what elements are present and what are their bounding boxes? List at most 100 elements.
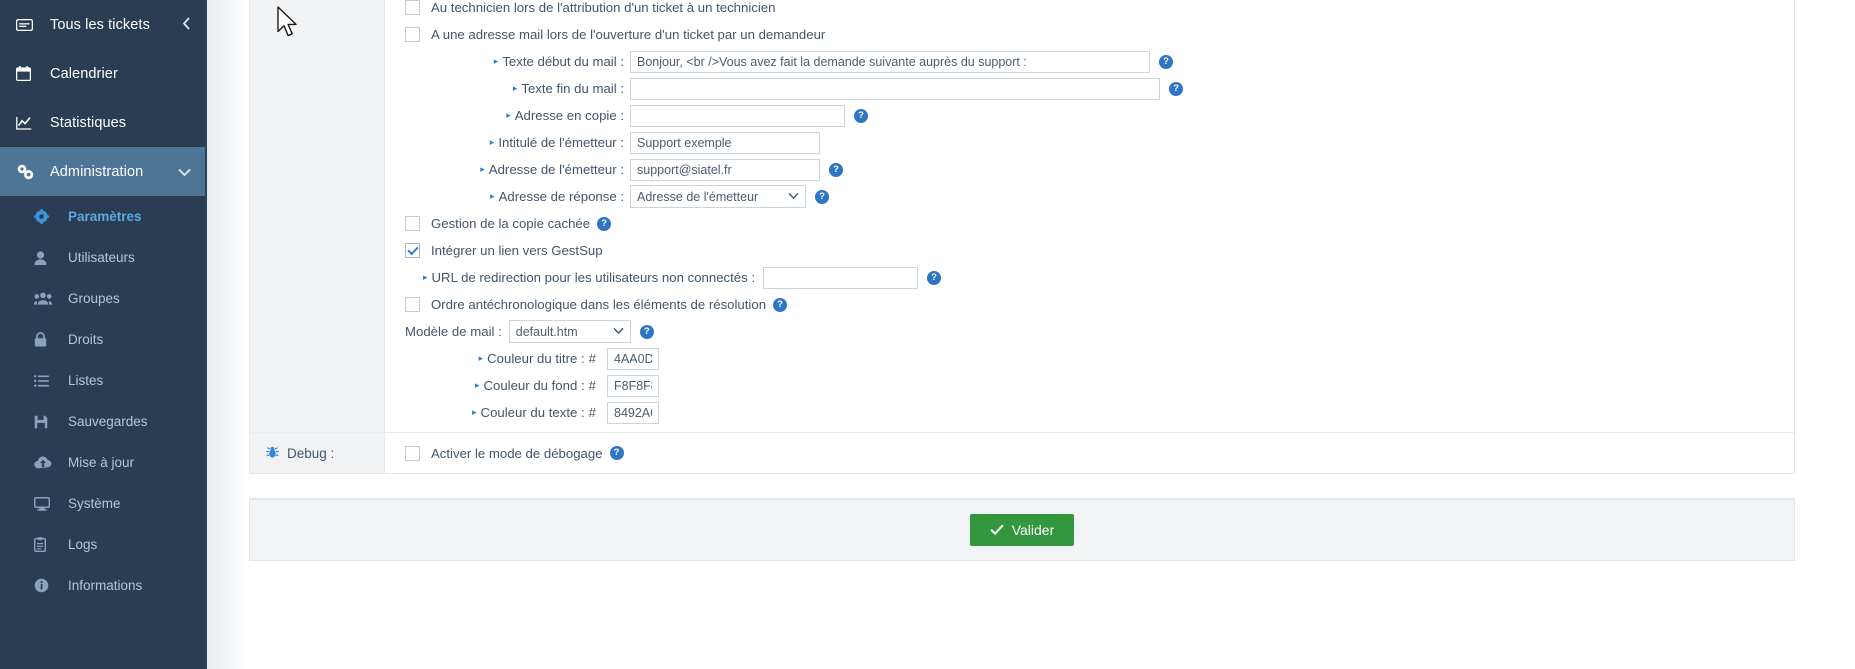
users-icon — [34, 292, 58, 305]
chevron-left-icon[interactable] — [182, 16, 191, 33]
title-color-input[interactable] — [607, 347, 659, 370]
mail-start-text-label: ▸ Texte début du mail : — [493, 54, 624, 69]
mail-template-label: Modèle de mail : — [405, 324, 502, 339]
mail-settings-label-cell — [250, 0, 385, 432]
debug-mode-checkbox[interactable] — [405, 445, 420, 461]
bcc-management-checkbox[interactable] — [405, 216, 420, 231]
reply-address-select-wrap: Adresse de l'émetteur — [630, 185, 806, 208]
hash-symbol: # — [588, 351, 596, 366]
ticket-icon — [16, 18, 40, 31]
sender-name-input[interactable] — [630, 131, 820, 154]
text-color-row: ▸ Couleur du texte : # — [385, 399, 1794, 426]
sender-name-label: ▸ Intitulé de l'émetteur : — [489, 135, 624, 150]
triangle-right-icon: ▸ — [489, 137, 495, 147]
chevron-down-icon[interactable] — [178, 164, 191, 180]
sidebar-item-label: Droits — [68, 332, 104, 347]
sidebar-item-label: Sauvegardes — [68, 414, 148, 429]
sidebar-item-label: Informations — [68, 578, 143, 593]
integrate-link-checkbox[interactable] — [405, 243, 420, 258]
save-button-label: Valider — [1011, 522, 1055, 538]
notify-technician-assign-checkbox[interactable] — [405, 0, 420, 15]
hash-symbol: # — [588, 405, 596, 420]
help-icon[interactable]: ? — [927, 270, 942, 285]
debug-label: Debug : — [287, 445, 335, 461]
sidebar-item-droits[interactable]: Droits — [0, 319, 207, 360]
gear-icon — [34, 209, 58, 224]
sidebar-item-parametres[interactable]: Paramètres — [0, 196, 207, 237]
debug-label-cell: Debug : — [250, 433, 385, 473]
sidebar-item-administration[interactable]: Administration — [0, 147, 207, 196]
integrate-link-row: Intégrer un lien vers GestSup — [385, 237, 1794, 264]
mail-start-text-row: ▸Texte début du mail : ? — [385, 48, 1794, 75]
check-icon — [989, 523, 1004, 538]
clipboard-icon — [34, 537, 58, 552]
sidebar-item-groupes[interactable]: Groupes — [0, 278, 207, 319]
antichronological-order-checkbox[interactable] — [405, 297, 420, 312]
cc-address-row: ▸ Adresse en copie : ? — [385, 102, 1794, 129]
sidebar-item-label: Logs — [68, 537, 98, 552]
mail-settings-body: Au technicien lors de l'attribution d'un… — [385, 0, 1794, 432]
sender-address-input[interactable] — [630, 158, 820, 181]
debug-mode-row: Activer le mode de débogage ? — [385, 445, 624, 462]
help-icon[interactable]: ? — [773, 297, 788, 312]
calendar-icon — [16, 66, 40, 81]
sidebar-item-utilisateurs[interactable]: Utilisateurs — [0, 237, 207, 278]
mail-end-text-input[interactable] — [630, 77, 1160, 100]
notify-technician-assign-row: Au technicien lors de l'attribution d'un… — [385, 0, 1794, 21]
background-color-row: ▸ Couleur du fond : # — [385, 372, 1794, 399]
debug-settings-row: Debug : Activer le mode de débogage ? — [250, 433, 1794, 473]
notify-mail-open-row: A une adresse mail lors de l'ouverture d… — [385, 21, 1794, 48]
help-icon[interactable]: ? — [815, 189, 829, 204]
sidebar-item-label: Administration — [50, 163, 144, 180]
sidebar-item-tous-les-tickets[interactable]: Tous les tickets — [0, 0, 207, 49]
sidebar-item-statistiques[interactable]: Statistiques — [0, 98, 207, 147]
save-button[interactable]: Valider — [969, 514, 1075, 546]
notify-technician-assign-label: Au technicien lors de l'attribution d'un… — [431, 0, 776, 15]
redirect-url-label: ▸ URL de redirection pour les utilisateur… — [423, 270, 756, 285]
cloud-upload-icon — [34, 456, 58, 469]
help-icon[interactable]: ? — [639, 324, 654, 339]
help-icon[interactable]: ? — [1159, 54, 1173, 69]
help-icon[interactable]: ? — [597, 216, 612, 231]
mail-template-select-wrap: default.htm — [508, 320, 631, 343]
cogs-icon — [16, 164, 40, 180]
sidebar-item-logs[interactable]: Logs — [0, 524, 207, 565]
sidebar-item-label: Tous les tickets — [50, 16, 150, 33]
sidebar-item-mise-a-jour[interactable]: Mise à jour — [0, 442, 207, 483]
background-color-input[interactable] — [607, 374, 659, 397]
reply-address-select[interactable]: Adresse de l'émetteur — [630, 185, 806, 208]
sender-name-row: ▸ Intitulé de l'émetteur : — [385, 129, 1794, 156]
triangle-right-icon: ▸ — [490, 191, 495, 201]
bug-icon — [266, 445, 279, 461]
page-gutter-right — [1821, 0, 1855, 669]
notify-mail-open-checkbox[interactable] — [405, 27, 420, 42]
sidebar-item-label: Calendrier — [50, 65, 118, 82]
triangle-right-icon: ▸ — [512, 83, 518, 93]
sidebar-item-informations[interactable]: Informations — [0, 565, 207, 606]
page-bottom-space — [249, 561, 1795, 669]
sidebar-item-label: Mise à jour — [68, 455, 135, 470]
mail-start-text-input[interactable] — [630, 50, 1150, 73]
text-color-label: ▸ Couleur du texte : — [472, 405, 585, 420]
list-icon — [34, 374, 58, 387]
user-icon — [34, 250, 58, 265]
help-icon[interactable]: ? — [854, 108, 868, 123]
redirect-url-input[interactable] — [763, 266, 919, 289]
bcc-management-label: Gestion de la copie cachée — [431, 216, 591, 231]
title-color-label: ▸ Couleur du titre : — [478, 351, 585, 366]
sidebar-item-calendrier[interactable]: Calendrier — [0, 49, 207, 98]
sidebar-item-listes[interactable]: Listes — [0, 360, 207, 401]
sidebar-item-label: Groupes — [68, 291, 120, 306]
sidebar: Tous les tickets Calendrier Statistiques — [0, 0, 207, 669]
sidebar-item-sauvegardes[interactable]: Sauvegardes — [0, 401, 207, 442]
help-icon[interactable]: ? — [829, 162, 843, 177]
help-icon[interactable]: ? — [1169, 81, 1183, 96]
antichronological-order-label: Ordre antéchronologique dans les élément… — [431, 297, 767, 312]
redirect-url-row: ▸ URL de redirection pour les utilisateur… — [385, 264, 1794, 291]
mail-template-select[interactable]: default.htm — [508, 320, 631, 343]
sidebar-item-systeme[interactable]: Système — [0, 483, 207, 524]
text-color-input[interactable] — [607, 401, 659, 424]
help-icon[interactable]: ? — [609, 446, 624, 460]
debug-mode-label: Activer le mode de débogage — [431, 445, 603, 461]
cc-address-input[interactable] — [630, 104, 845, 127]
